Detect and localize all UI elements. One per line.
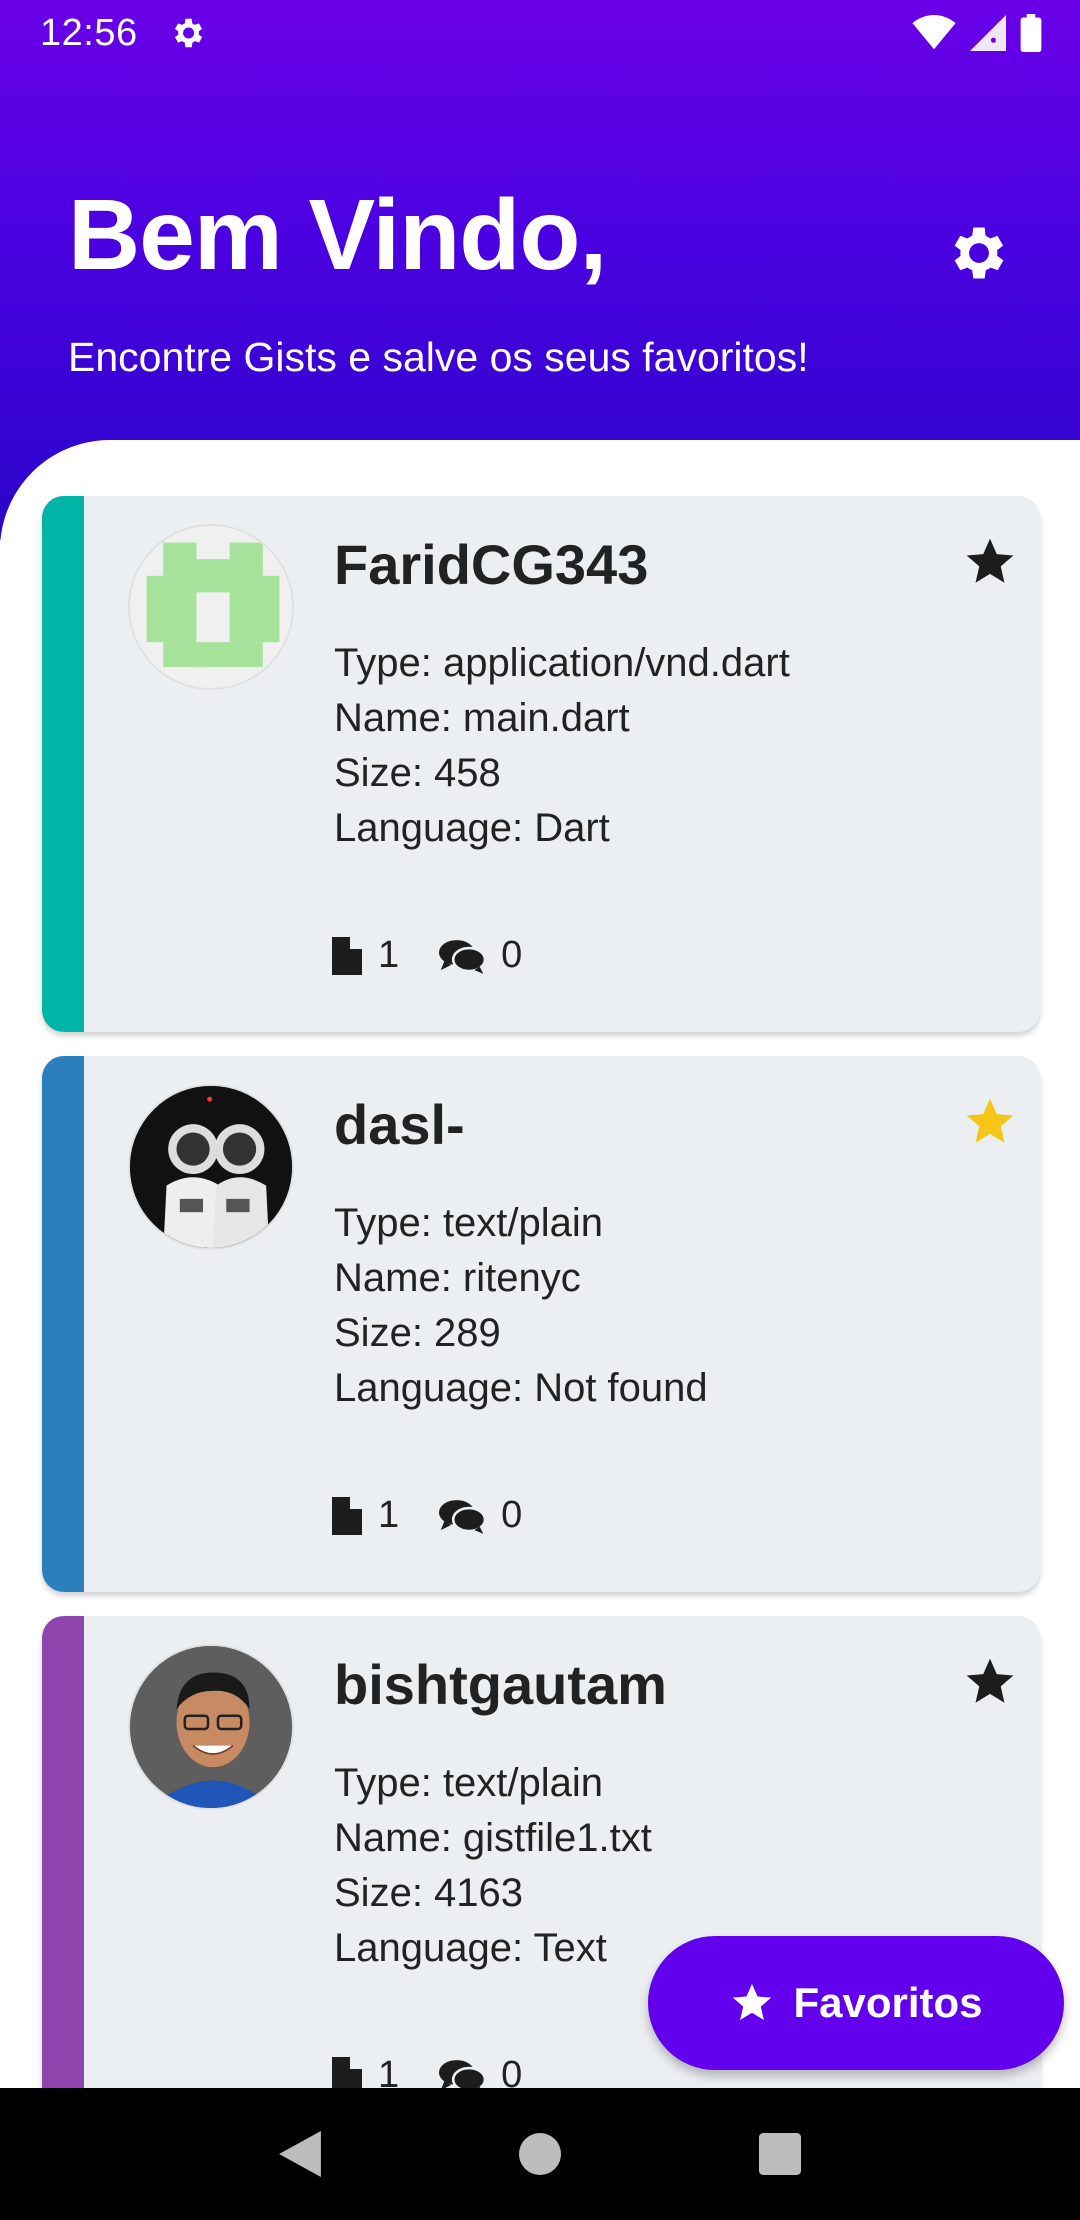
avatar <box>128 524 294 690</box>
comment-count: 0 <box>439 934 522 977</box>
favorites-button[interactable]: Favoritos <box>648 1936 1064 2070</box>
status-bar: 12:56 <box>0 0 1080 66</box>
gist-language: Language: Dart <box>334 806 610 850</box>
gist-owner: FaridCG343 <box>334 533 649 596</box>
gist-details: Type: application/vnd.dart Name: main.da… <box>334 636 790 856</box>
comment-count-value: 0 <box>501 1494 523 1536</box>
gist-stats: 1 0 <box>332 934 522 977</box>
gist-language: Language: Not found <box>334 1366 708 1410</box>
star-icon <box>733 1983 772 2021</box>
identicon-avatar <box>130 526 292 688</box>
recents-icon <box>759 2133 801 2175</box>
gist-name: Name: main.dart <box>334 696 630 740</box>
gist-card[interactable]: bishtgautam Type: text/plain Name: gistf… <box>42 1616 1040 2152</box>
app-screen: 12:56 Bem Vindo, Encontre Gists e salve <box>0 0 1080 2220</box>
card-accent-bar <box>42 1056 84 1592</box>
gist-owner: dasl- <box>334 1093 465 1156</box>
signal-icon <box>970 15 1006 51</box>
navigation-bar <box>0 2088 1080 2220</box>
page-title: Bem Vindo, <box>68 179 607 291</box>
astronaut-avatar <box>130 1086 292 1248</box>
settings-icon <box>174 18 202 48</box>
status-icons <box>912 14 1042 52</box>
gist-type: Type: text/plain <box>334 1201 604 1245</box>
comment-count-value: 0 <box>501 934 523 976</box>
file-icon <box>332 1496 362 1535</box>
person-avatar <box>130 1646 292 1808</box>
wifi-icon <box>912 15 956 50</box>
nav-recents-button[interactable] <box>740 2114 820 2194</box>
card-accent-bar <box>42 1616 84 2152</box>
avatar <box>128 1084 294 1250</box>
gist-owner: bishtgautam <box>334 1653 667 1716</box>
file-count-value: 1 <box>378 1494 400 1536</box>
comment-count: 0 <box>439 1494 522 1537</box>
file-icon <box>332 936 362 975</box>
file-count-value: 1 <box>378 934 400 976</box>
status-time: 12:56 <box>40 11 138 54</box>
gist-details: Type: text/plain Name: ritenyc Size: 289… <box>334 1196 708 1416</box>
star-icon[interactable] <box>962 1094 1018 1150</box>
gist-stats: 1 0 <box>332 1494 522 1537</box>
gist-language: Language: Text <box>334 1926 607 1970</box>
nav-back-button[interactable] <box>260 2114 340 2194</box>
comments-icon <box>439 939 486 974</box>
gist-type: Type: text/plain <box>334 1761 604 1805</box>
gist-name: Name: gistfile1.txt <box>334 1816 652 1860</box>
file-count: 1 <box>332 1494 399 1537</box>
gist-details: Type: text/plain Name: gistfile1.txt Siz… <box>334 1756 652 1976</box>
avatar <box>128 1644 294 1810</box>
back-icon <box>279 2131 321 2177</box>
favorites-button-label: Favoritos <box>793 1979 983 2026</box>
gist-size: Size: 458 <box>334 751 501 795</box>
gist-type: Type: application/vnd.dart <box>334 641 790 685</box>
star-icon[interactable] <box>962 1654 1018 1710</box>
nav-home-button[interactable] <box>500 2114 580 2194</box>
gist-card[interactable]: dasl- Type: text/plain Name: ritenyc Siz… <box>42 1056 1040 1592</box>
battery-icon <box>1020 14 1042 52</box>
comments-icon <box>439 1499 486 1534</box>
page-subtitle: Encontre Gists e salve os seus favoritos… <box>68 334 809 380</box>
settings-button[interactable] <box>942 216 1016 290</box>
gear-icon <box>954 227 1004 279</box>
file-count: 1 <box>332 934 399 977</box>
gist-name: Name: ritenyc <box>334 1256 581 1300</box>
gist-card[interactable]: FaridCG343 Type: application/vnd.dart Na… <box>42 496 1040 1032</box>
star-icon[interactable] <box>962 534 1018 590</box>
gist-size: Size: 4163 <box>334 1871 524 1915</box>
gist-size: Size: 289 <box>334 1311 501 1355</box>
home-icon <box>519 2133 561 2175</box>
card-accent-bar <box>42 496 84 1032</box>
